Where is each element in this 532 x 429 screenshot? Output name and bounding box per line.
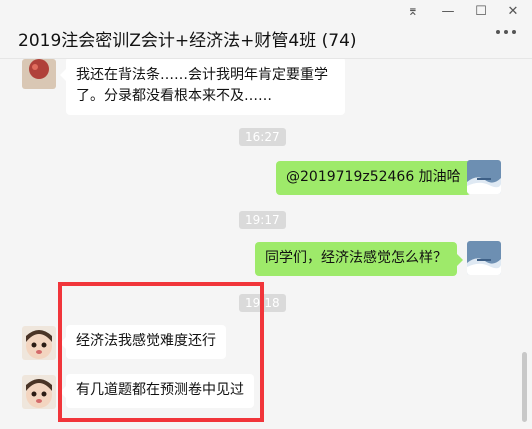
message-bubble[interactable]: @2019719z52466 加油哈 (276, 161, 477, 195)
pin-icon[interactable]: ⌆ (402, 3, 424, 21)
avatar[interactable] (467, 160, 501, 194)
timestamp: 16:27 (239, 128, 286, 146)
avatar[interactable] (467, 241, 501, 275)
message-bubble[interactable]: 我还在背法条……会计我明年肯定要重学了。分录都没看根本来不及…… (60, 59, 345, 115)
chat-scrollbar[interactable] (522, 352, 527, 422)
message-text: 同学们，经济法感觉怎么样？ (265, 250, 447, 266)
avatar[interactable] (22, 326, 56, 360)
more-options-icon[interactable] (496, 30, 516, 36)
minimize-button[interactable]: — (437, 3, 459, 21)
title-bar: ⌆ — ☐ ✕ 2019注会密训Z会计+经济法+财管4班 (74) (0, 0, 532, 59)
timestamp: 19:17 (239, 211, 286, 229)
message-text: 我还在背法条……会计我明年肯定要重学了。分录都没看根本来不及…… (76, 67, 328, 104)
highlight-box (58, 282, 264, 422)
avatar[interactable] (22, 375, 56, 409)
message-bubble[interactable]: 同学们，经济法感觉怎么样？ (255, 242, 463, 276)
maximize-button[interactable]: ☐ (470, 3, 492, 21)
chat-title: 2019注会密训Z会计+经济法+财管4班 (74) (18, 31, 357, 51)
close-button[interactable]: ✕ (502, 3, 524, 21)
avatar[interactable] (22, 59, 56, 89)
message-text: @2019719z52466 加油哈 (286, 169, 461, 185)
